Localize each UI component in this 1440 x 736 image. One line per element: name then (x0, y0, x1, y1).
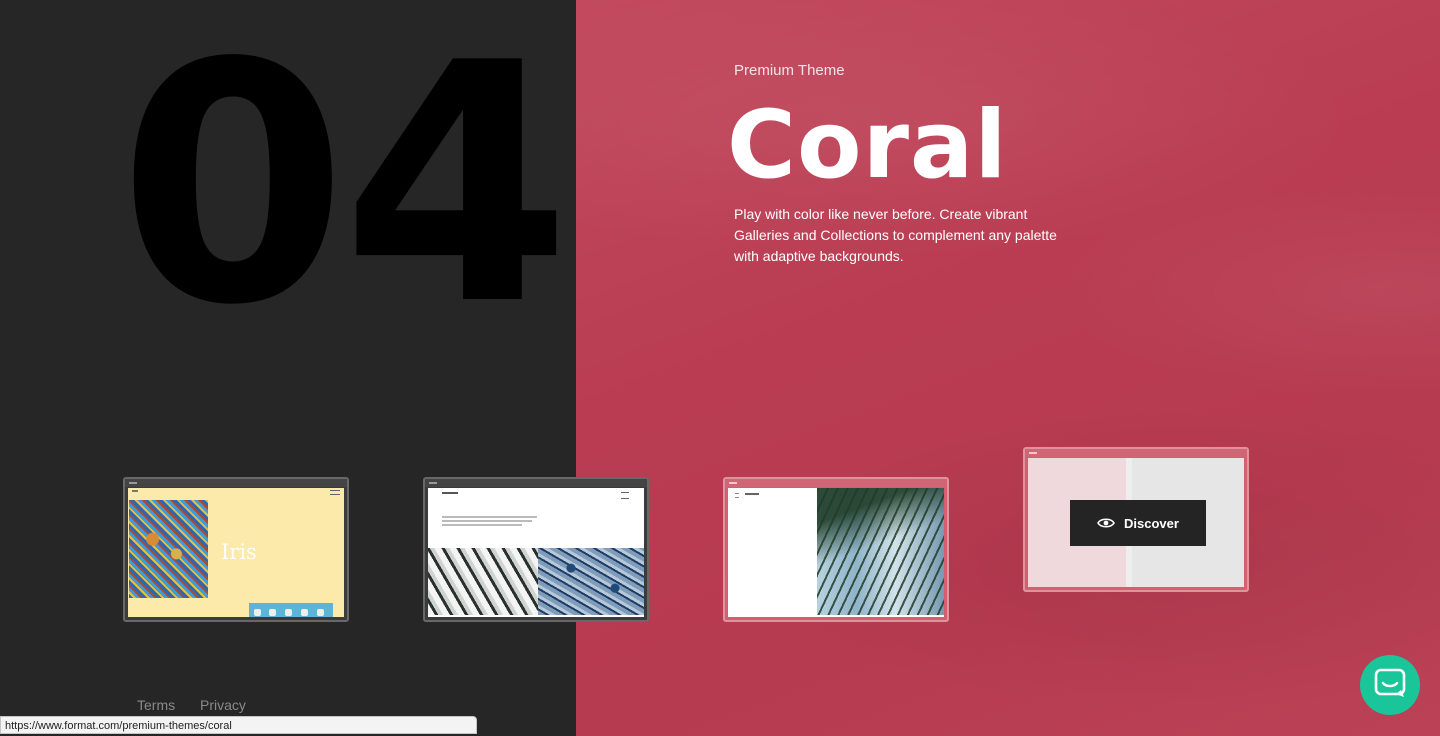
menu-icon (735, 493, 739, 498)
discover-label: Discover (1124, 515, 1179, 531)
chat-icon (1374, 668, 1406, 703)
thumbnail-screen (728, 488, 944, 617)
logo-mark (442, 492, 458, 494)
thumbnail-photo (817, 488, 944, 615)
thumbnail-photo (129, 500, 208, 598)
logo-mark (132, 490, 138, 492)
thumbnail-photo (428, 548, 538, 615)
theme-thumbnail-iris[interactable]: Iris (123, 477, 349, 622)
privacy-link[interactable]: Privacy (200, 697, 246, 713)
eye-icon (1097, 517, 1115, 529)
thumbnail-photo (538, 548, 644, 615)
menu-icon (621, 492, 629, 499)
menu-icon (330, 490, 340, 495)
terms-link[interactable]: Terms (137, 697, 175, 713)
thumbnail-theme-name: Iris (221, 540, 257, 564)
theme-thumbnail-meadow[interactable] (723, 477, 949, 622)
thumbnail-strip (249, 603, 333, 617)
theme-description: Play with color like never before. Creat… (734, 206, 1057, 264)
status-bar-url: https://www.format.com/premium-themes/co… (0, 716, 477, 734)
window-bar (425, 479, 647, 487)
window-bar (725, 479, 947, 487)
window-bar (1025, 449, 1247, 457)
theme-thumbnail-headroom[interactable] (423, 477, 649, 622)
discover-button[interactable]: Discover (1070, 500, 1206, 546)
chat-button[interactable] (1360, 655, 1420, 715)
right-panel (576, 0, 1440, 736)
logo-mark (745, 493, 759, 495)
thumbnail-screen (428, 488, 644, 617)
theme-eyebrow: Premium Theme (734, 62, 845, 79)
thumbnail-screen: Iris (128, 488, 344, 617)
window-bar (125, 479, 347, 487)
theme-title: Coral (727, 91, 1008, 200)
theme-number: 04 (118, 0, 571, 377)
thumbnail-text-lines (442, 516, 537, 528)
